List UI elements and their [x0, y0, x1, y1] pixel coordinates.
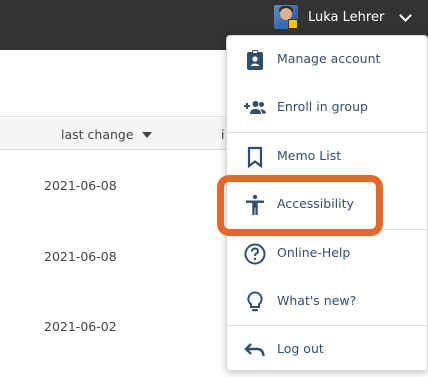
- undo-arrow-icon: [244, 343, 265, 357]
- table-row-date: 2021-06-02: [44, 319, 117, 334]
- menu-item-accessibility[interactable]: Accessibility: [227, 181, 427, 229]
- menu-item-memo-list[interactable]: Memo List: [227, 133, 427, 181]
- bookmark-icon: [247, 146, 263, 169]
- group-add-icon: [244, 101, 266, 114]
- menu-item-label: Log out: [277, 341, 324, 356]
- user-avatar-icon: [274, 5, 298, 29]
- menu-item-enroll-group[interactable]: Enroll in group: [227, 84, 427, 132]
- menu-item-label: Accessibility: [277, 196, 354, 211]
- table-row-date: 2021-06-08: [44, 249, 117, 264]
- menu-item-label: Online-Help: [277, 245, 351, 260]
- help-circle-icon: [244, 243, 266, 265]
- menu-item-label: Enroll in group: [277, 99, 368, 114]
- menu-item-online-help[interactable]: Online-Help: [227, 230, 427, 278]
- user-name: Luka Lehrer: [308, 9, 385, 25]
- lightbulb-icon: [247, 291, 263, 312]
- table-row-date: 2021-06-08: [44, 178, 117, 193]
- menu-item-label: Memo List: [277, 148, 342, 163]
- column-header-second[interactable]: i: [221, 127, 224, 142]
- menu-item-log-out[interactable]: Log out: [227, 326, 427, 374]
- account-badge-icon: [247, 50, 263, 70]
- chevron-down-icon[interactable]: [398, 10, 412, 24]
- menu-item-manage-account[interactable]: Manage account: [227, 36, 427, 84]
- column-header-last-change[interactable]: last change: [61, 127, 152, 142]
- column-header-label: last change: [61, 127, 134, 142]
- sort-descending-icon[interactable]: [141, 131, 152, 138]
- user-menu-dropdown: Manage account Enroll in group Memo List…: [226, 35, 428, 371]
- user-menu-trigger[interactable]: Luka Lehrer: [274, 4, 412, 30]
- menu-item-label: What's new?: [277, 293, 357, 308]
- menu-item-whats-new[interactable]: What's new?: [227, 278, 427, 326]
- accessibility-icon: [246, 194, 264, 215]
- menu-item-label: Manage account: [277, 51, 381, 66]
